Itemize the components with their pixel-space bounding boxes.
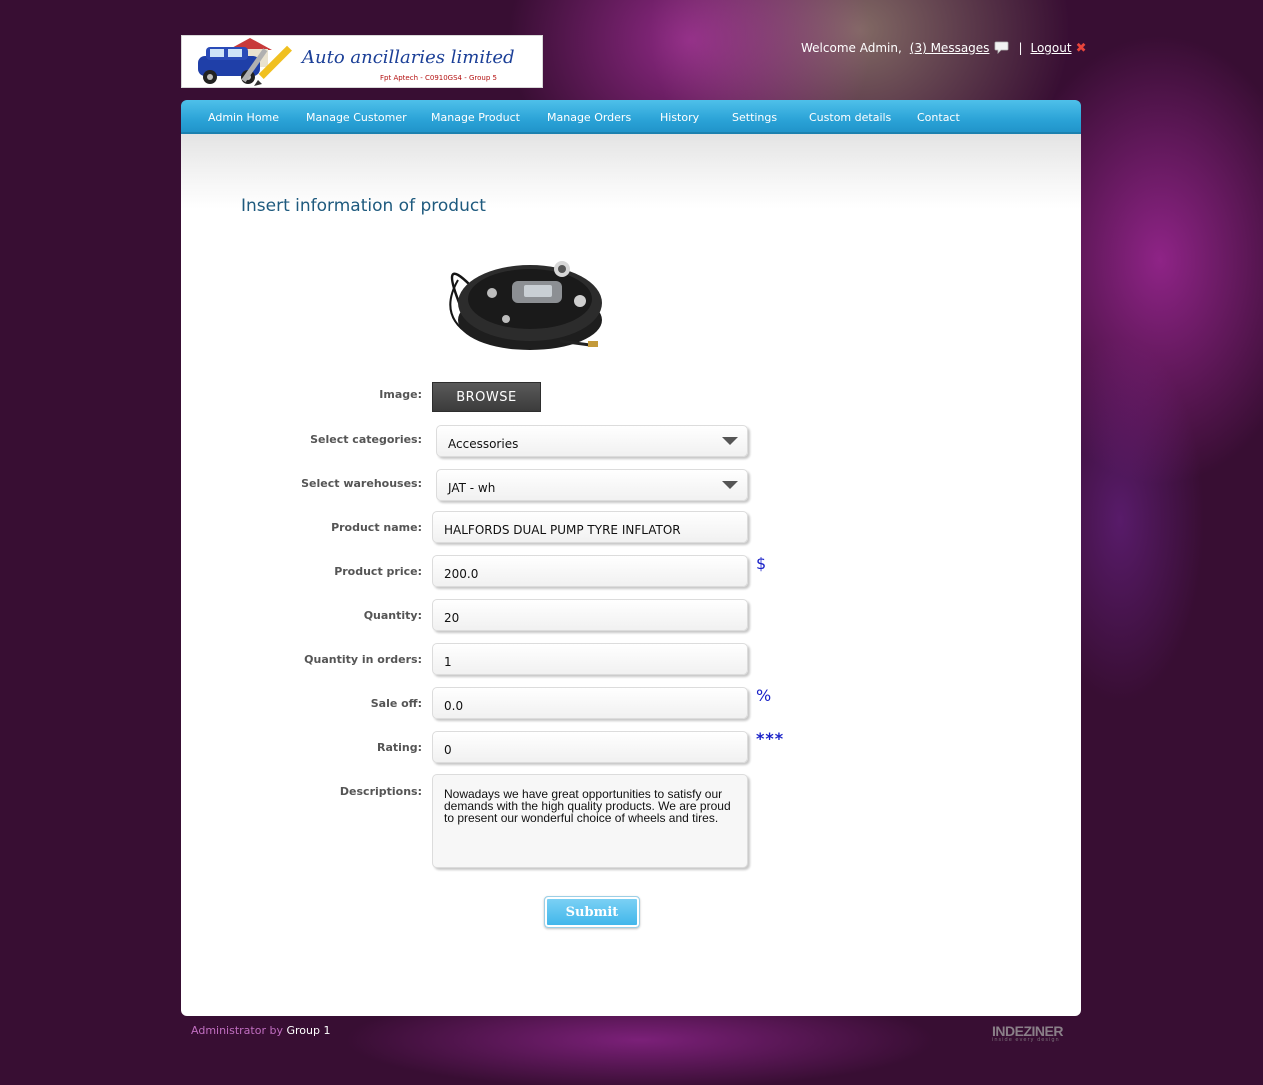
messages-link[interactable]: (3) Messages (910, 41, 990, 55)
warehouse-label: Select warehouses: (301, 477, 422, 490)
sale-off-label: Sale off: (370, 697, 422, 710)
sale-percent-unit: % (756, 686, 772, 705)
page-title: Insert information of product (241, 196, 486, 216)
product-name-label: Product name: (331, 521, 422, 534)
brand-name: Auto ancillaries limited (302, 47, 515, 68)
speech-bubble-icon (994, 41, 1009, 57)
browse-button[interactable]: BROWSE (432, 382, 541, 412)
nav-custom-details[interactable]: Custom details (809, 111, 891, 124)
category-selected-value: Accessories (448, 437, 519, 451)
rating-required-marker: *** (756, 729, 785, 748)
top-user-links: Welcome Admin, (3) Messages | Logout ✖ (801, 40, 1086, 56)
nav-manage-orders[interactable]: Manage Orders (547, 111, 631, 124)
product-image (440, 245, 610, 369)
close-icon[interactable]: ✖ (1076, 41, 1087, 56)
car-logo-icon (198, 38, 292, 86)
indeziner-logo[interactable]: INDEZINER inside every design (992, 1023, 1069, 1043)
descriptions-label: Descriptions: (339, 785, 422, 798)
quantity-in-orders-input[interactable]: 1 (432, 643, 748, 675)
warehouse-select[interactable]: JAT - wh (436, 469, 748, 501)
product-price-input[interactable]: 200.0 (432, 555, 748, 587)
quantity-label: Quantity: (363, 609, 422, 622)
nav-manage-customer[interactable]: Manage Customer (306, 111, 407, 124)
descriptions-textarea[interactable]: Nowadays we have great opportunities to … (432, 774, 748, 868)
welcome-text: Welcome Admin, (801, 41, 902, 55)
nav-settings[interactable]: Settings (732, 111, 777, 124)
product-name-input[interactable]: HALFORDS DUAL PUMP TYRE INFLATOR (432, 511, 748, 543)
nav-admin-home[interactable]: Admin Home (208, 111, 279, 124)
warehouse-selected-value: JAT - wh (448, 481, 496, 495)
site-logo[interactable]: Auto ancillaries limited Fpt Aptech - C0… (181, 35, 543, 88)
price-currency-unit: $ (756, 554, 767, 573)
submit-button[interactable]: Submit (544, 896, 640, 928)
nav-history[interactable]: History (660, 111, 699, 124)
nav-contact[interactable]: Contact (917, 111, 960, 124)
category-label: Select categories: (310, 433, 422, 446)
rating-label: Rating: (376, 741, 422, 754)
footer-group-text: Group 1 (286, 1024, 331, 1037)
image-label: Image: (379, 388, 422, 401)
quantity-in-orders-label: Quantity in orders: (304, 653, 422, 666)
link-separator: | (1018, 41, 1023, 55)
category-select[interactable]: Accessories (436, 425, 748, 457)
sale-off-input[interactable]: 0.0 (432, 687, 748, 719)
rating-input[interactable]: 0 (432, 731, 748, 763)
product-price-label: Product price: (334, 565, 422, 578)
indeziner-tagline: inside every design (992, 1037, 1060, 1043)
footer-admin-text: Administrator by (191, 1024, 283, 1037)
chevron-down-icon (722, 437, 738, 445)
nav-manage-product[interactable]: Manage Product (431, 111, 520, 124)
logout-link[interactable]: Logout (1030, 41, 1071, 55)
brand-subtitle: Fpt Aptech - C0910GS4 - Group 5 (380, 74, 497, 82)
quantity-input[interactable]: 20 (432, 599, 748, 631)
main-nav: Admin Home Manage Customer Manage Produc… (181, 100, 1081, 134)
chevron-down-icon (722, 481, 738, 489)
footer-credit: Administrator by Group 1 (191, 1024, 330, 1037)
